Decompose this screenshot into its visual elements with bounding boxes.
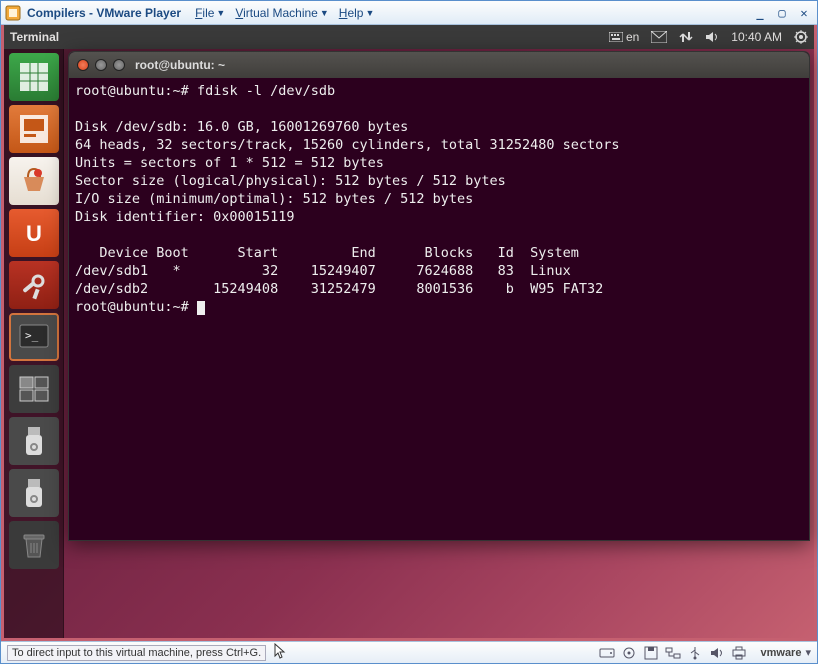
close-button[interactable]: ✕ bbox=[795, 5, 813, 21]
device-sound-icon[interactable] bbox=[708, 645, 726, 661]
keyboard-lang-label: en bbox=[626, 30, 639, 44]
terminal-window[interactable]: root@ubuntu: ~ root@ubuntu:~# fdisk -l /… bbox=[68, 51, 810, 541]
vmware-window-controls: _ ▢ ✕ bbox=[751, 5, 813, 21]
menu-help[interactable]: Help▼ bbox=[335, 4, 379, 22]
vmware-window: Compilers - VMware Player File▼ Virtual … bbox=[0, 0, 818, 664]
terminal-body[interactable]: root@ubuntu:~# fdisk -l /dev/sdb Disk /d… bbox=[69, 78, 809, 540]
gnome-top-bar: Terminal en 10:40 AM bbox=[4, 25, 814, 49]
vmware-input-hint: To direct input to this virtual machine,… bbox=[7, 645, 266, 661]
partition-row-2: /dev/sdb2 15249408 31252479 8001536 b W9… bbox=[75, 281, 603, 297]
active-app-title[interactable]: Terminal bbox=[10, 30, 59, 44]
vmware-title: Compilers - VMware Player bbox=[27, 6, 181, 20]
vmware-device-icons: vmware ▾ bbox=[598, 645, 811, 661]
volume-icon[interactable] bbox=[705, 30, 719, 44]
units-line: Units = sectors of 1 * 512 = 512 bytes bbox=[75, 155, 384, 171]
geometry-line: 64 heads, 32 sectors/track, 15260 cylind… bbox=[75, 137, 620, 153]
guest-display[interactable]: Terminal en 10:40 AM bbox=[1, 25, 817, 641]
launcher-settings[interactable] bbox=[9, 261, 59, 309]
vmware-menubar: File▼ Virtual Machine▼ Help▼ bbox=[191, 4, 378, 22]
keyboard-indicator[interactable]: en bbox=[609, 30, 639, 44]
device-usb-icon[interactable] bbox=[686, 645, 704, 661]
launcher-trash[interactable] bbox=[9, 521, 59, 569]
clock[interactable]: 10:40 AM bbox=[731, 30, 782, 44]
device-printer-icon[interactable] bbox=[730, 645, 748, 661]
sector-size-line: Sector size (logical/physical): 512 byte… bbox=[75, 173, 506, 189]
terminal-command: fdisk -l /dev/sdb bbox=[197, 83, 335, 99]
menu-file[interactable]: File▼ bbox=[191, 4, 229, 22]
device-cd-icon[interactable] bbox=[620, 645, 638, 661]
mail-icon[interactable] bbox=[651, 31, 667, 43]
io-size-line: I/O size (minimum/optimal): 512 bytes / … bbox=[75, 191, 473, 207]
svg-text:>_: >_ bbox=[25, 329, 39, 342]
terminal-close-button[interactable] bbox=[77, 59, 89, 71]
network-icon[interactable] bbox=[679, 30, 693, 44]
launcher-usb-drive-2[interactable] bbox=[9, 469, 59, 517]
terminal-prompt-2: root@ubuntu:~# bbox=[75, 299, 189, 315]
terminal-title: root@ubuntu: ~ bbox=[135, 58, 225, 72]
partition-row-1: /dev/sdb1 * 32 15249407 7624688 83 Linux bbox=[75, 263, 571, 279]
launcher-workspace-switcher[interactable] bbox=[9, 365, 59, 413]
vmware-logo-chevron-icon[interactable]: ▾ bbox=[805, 646, 811, 659]
terminal-titlebar[interactable]: root@ubuntu: ~ bbox=[69, 52, 809, 78]
launcher-libreoffice-impress[interactable] bbox=[9, 105, 59, 153]
disk-header-line: Disk /dev/sdb: 16.0 GB, 16001269760 byte… bbox=[75, 119, 408, 135]
terminal-maximize-button[interactable] bbox=[113, 59, 125, 71]
partition-columns: Device Boot Start End Blocks Id System bbox=[75, 245, 579, 261]
terminal-minimize-button[interactable] bbox=[95, 59, 107, 71]
cursor-pointer-icon bbox=[274, 643, 286, 662]
cursor-icon bbox=[197, 301, 205, 315]
svg-text:U: U bbox=[26, 221, 42, 246]
power-icon[interactable] bbox=[794, 30, 808, 44]
launcher-usb-drive-1[interactable] bbox=[9, 417, 59, 465]
vmware-player-icon bbox=[5, 5, 21, 21]
maximize-button[interactable]: ▢ bbox=[773, 5, 791, 21]
launcher-terminal[interactable]: >_ bbox=[9, 313, 59, 361]
terminal-prompt: root@ubuntu:~# bbox=[75, 83, 189, 99]
vmware-titlebar[interactable]: Compilers - VMware Player File▼ Virtual … bbox=[1, 1, 817, 25]
device-network-icon[interactable] bbox=[664, 645, 682, 661]
launcher-ubuntu-one[interactable]: U bbox=[9, 209, 59, 257]
vmware-status-bar: To direct input to this virtual machine,… bbox=[1, 641, 817, 663]
launcher-software-center[interactable] bbox=[9, 157, 59, 205]
launcher-libreoffice-calc[interactable] bbox=[9, 53, 59, 101]
device-hdd-icon[interactable] bbox=[598, 645, 616, 661]
unity-launcher: U >_ bbox=[4, 49, 64, 638]
minimize-button[interactable]: _ bbox=[751, 5, 769, 21]
device-floppy-icon[interactable] bbox=[642, 645, 660, 661]
vmware-logo: vmware bbox=[760, 647, 801, 659]
menu-virtual-machine[interactable]: Virtual Machine▼ bbox=[231, 4, 332, 22]
system-tray: en 10:40 AM bbox=[609, 30, 808, 44]
disk-id-line: Disk identifier: 0x00015119 bbox=[75, 209, 294, 225]
